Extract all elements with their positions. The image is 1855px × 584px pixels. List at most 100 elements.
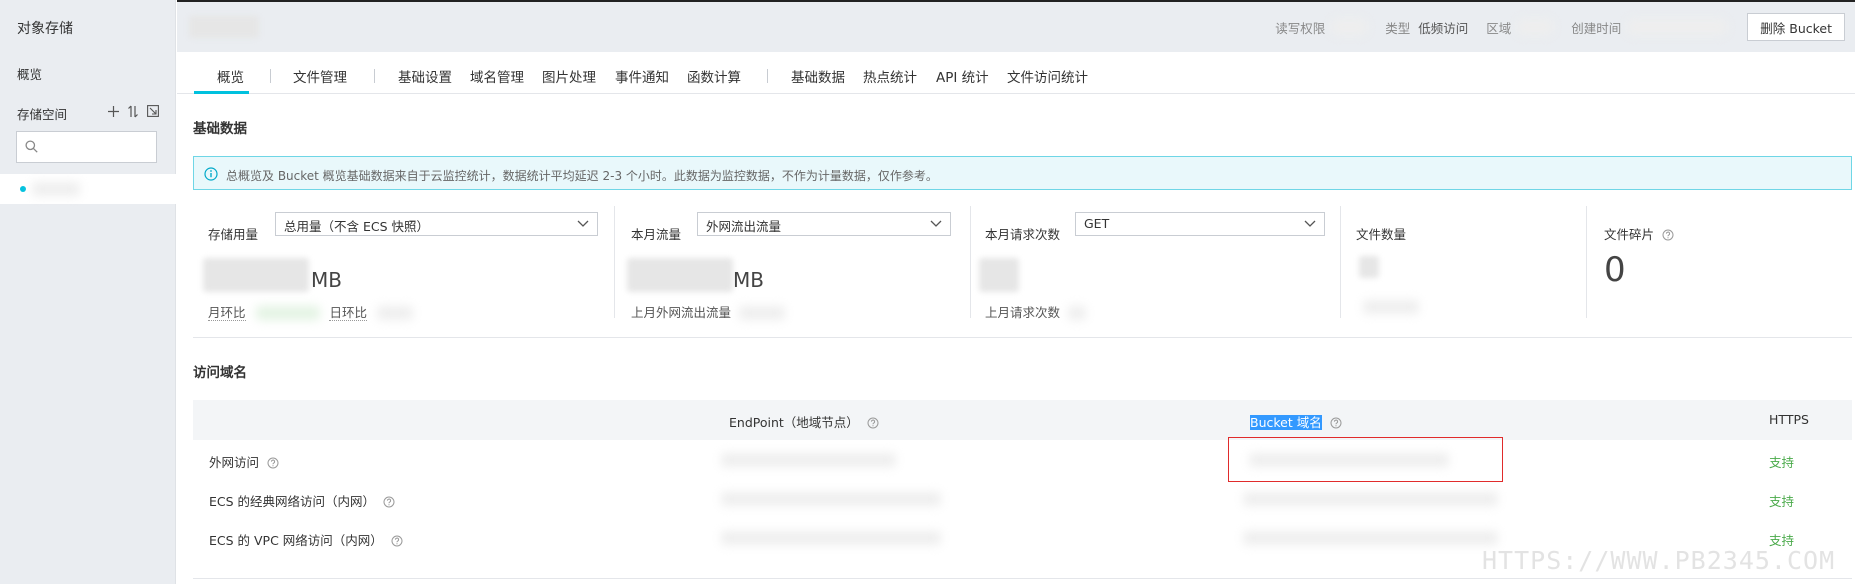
requests-card: 本月请求次数 GET 上月请求次数 <box>971 206 1341 324</box>
bucket-title-redacted <box>189 16 259 38</box>
bucket-header: 读写权限 类型 低频访问 区域 创建时间 删除 Bucket <box>177 0 1855 52</box>
info-icon <box>204 167 218 181</box>
domains-title: 访问域名 <box>193 365 247 381</box>
search-icon <box>25 140 39 154</box>
traffic-last-value-redacted <box>739 306 785 320</box>
sidebar-item-overview[interactable]: 概览 <box>17 64 42 83</box>
tab-event-notification[interactable]: 事件通知 <box>615 66 669 86</box>
mom-label[interactable]: 月环比 <box>208 305 246 321</box>
tab-domain-management[interactable]: 域名管理 <box>470 66 524 86</box>
https-status: 支持 <box>1769 455 1795 470</box>
help-icon[interactable] <box>267 457 279 469</box>
mom-value-redacted <box>255 306 320 320</box>
tab-file-access-stats[interactable]: 文件访问统计 <box>1007 66 1088 86</box>
storage-type-select[interactable]: 总用量（不含 ECS 快照） <box>275 212 598 236</box>
tab-api-stats[interactable]: API 统计 <box>936 66 989 86</box>
help-icon[interactable] <box>1330 417 1342 429</box>
highlight-annotation-box <box>1228 437 1503 482</box>
file-count-extra-redacted <box>1363 300 1419 314</box>
tab-function-compute[interactable]: 函数计算 <box>687 66 741 86</box>
fragments-card: 文件碎片 <box>1587 206 1847 324</box>
row-label: ECS 的 VPC 网络访问（内网） <box>209 530 403 549</box>
bucket-search-input[interactable] <box>45 136 151 158</box>
help-icon[interactable] <box>383 496 395 508</box>
storage-type-value: 总用量（不含 ECS 快照） <box>284 219 430 234</box>
endpoint-value-redacted <box>721 492 941 506</box>
tab-basic-settings[interactable]: 基础设置 <box>398 66 452 86</box>
type-label: 类型 <box>1385 20 1411 36</box>
region-value-redacted <box>1517 19 1554 35</box>
tab-basic-data[interactable]: 基础数据 <box>791 66 845 86</box>
permission-value-redacted <box>1331 19 1368 35</box>
sidebar-title: 对象存储 <box>17 21 73 37</box>
active-dot <box>20 186 26 192</box>
domain-table: EndPoint（地域节点） Bucket 域名 HTTPS 外网访问 支持 E… <box>193 400 1852 557</box>
domain-table-header: EndPoint（地域节点） Bucket 域名 HTTPS <box>193 400 1852 440</box>
info-banner-text: 总概览及 Bucket 概览基础数据来自于云监控统计，数据统计平均延迟 2-3 … <box>226 169 938 183</box>
row-label-text: 外网访问 <box>209 455 260 470</box>
chevron-down-icon <box>930 217 942 229</box>
bucket-meta: 读写权限 类型 低频访问 区域 创建时间 删除 Bucket <box>1257 2 1855 52</box>
help-icon[interactable] <box>1662 229 1674 241</box>
plus-icon[interactable] <box>107 104 119 118</box>
basic-data-title: 基础数据 <box>193 121 247 137</box>
traffic-unit: MB <box>733 268 764 292</box>
section-divider <box>193 337 1852 338</box>
requests-last-value-redacted <box>1068 306 1086 320</box>
fragments-label-text: 文件碎片 <box>1604 227 1655 242</box>
requests-value-redacted <box>979 258 1019 292</box>
traffic-card: 本月流量 外网流出流量 MB 上月外网流出流量 <box>615 206 970 324</box>
created-label: 创建时间 <box>1571 20 1622 36</box>
chevron-down-icon <box>577 217 589 229</box>
sidebar-item-bucket[interactable] <box>0 174 176 204</box>
requests-label: 本月请求次数 <box>985 227 1061 242</box>
help-icon[interactable] <box>867 417 879 429</box>
tab-separator <box>270 69 271 83</box>
request-type-select[interactable]: GET <box>1075 212 1325 236</box>
traffic-value-redacted <box>627 258 733 292</box>
tab-separator <box>374 69 375 83</box>
bucket-name-redacted <box>32 182 80 196</box>
help-icon[interactable] <box>391 535 403 547</box>
tab-bar: 概览 文件管理 基础设置 域名管理 图片处理 事件通知 函数计算 基础数据 热点… <box>177 52 1855 94</box>
table-bottom-border <box>193 578 1852 579</box>
fragments-value: 0 <box>1604 250 1626 290</box>
tab-hotspot-stats[interactable]: 热点统计 <box>863 66 917 86</box>
traffic-type-value: 外网流出流量 <box>706 219 782 234</box>
active-tab-indicator <box>194 91 249 94</box>
traffic-type-select[interactable]: 外网流出流量 <box>697 212 951 236</box>
file-count-label: 文件数量 <box>1356 227 1407 242</box>
endpoint-value-redacted <box>721 453 896 467</box>
delete-bucket-button[interactable]: 删除 Bucket <box>1747 13 1845 41</box>
bucket-domain-column-header: Bucket 域名 <box>1250 412 1342 431</box>
storage-label: 存储用量 <box>208 227 259 242</box>
permission-label: 读写权限 <box>1275 20 1326 36</box>
collapse-icon[interactable] <box>147 104 159 118</box>
tab-image-processing[interactable]: 图片处理 <box>542 66 596 86</box>
bucket-domain-column-label: Bucket 域名 <box>1250 415 1322 430</box>
storage-card: 存储用量 总用量（不含 ECS 快照） MB 月环比 日环比 <box>193 206 613 324</box>
requests-last-label: 上月请求次数 <box>985 305 1061 320</box>
type-value: 低频访问 <box>1418 20 1469 36</box>
bucket-domain-value-redacted <box>1243 492 1498 506</box>
row-label-text: ECS 的 VPC 网络访问（内网） <box>209 533 383 548</box>
bucket-search[interactable] <box>16 131 157 163</box>
file-count-card: 文件数量 <box>1341 206 1586 324</box>
bucket-list-label: 存储空间 <box>17 107 68 122</box>
tab-file-management[interactable]: 文件管理 <box>293 66 347 86</box>
dod-value-redacted <box>376 306 413 320</box>
table-row: 外网访问 支持 <box>193 440 1852 479</box>
tab-overview[interactable]: 概览 <box>217 66 244 86</box>
request-type-value: GET <box>1084 216 1110 231</box>
tab-separator <box>767 69 768 83</box>
storage-value-redacted <box>203 258 309 292</box>
sort-icon[interactable] <box>127 104 139 118</box>
table-row: ECS 的经典网络访问（内网） 支持 <box>193 479 1852 518</box>
dod-label[interactable]: 日环比 <box>329 305 367 321</box>
row-label: 外网访问 <box>209 452 279 471</box>
traffic-label: 本月流量 <box>631 227 682 242</box>
bucket-domain-value-redacted <box>1243 531 1498 545</box>
traffic-last-label: 上月外网流出流量 <box>631 305 732 320</box>
https-status: 支持 <box>1769 494 1795 509</box>
endpoint-column-label: EndPoint（地域节点） <box>729 415 859 430</box>
